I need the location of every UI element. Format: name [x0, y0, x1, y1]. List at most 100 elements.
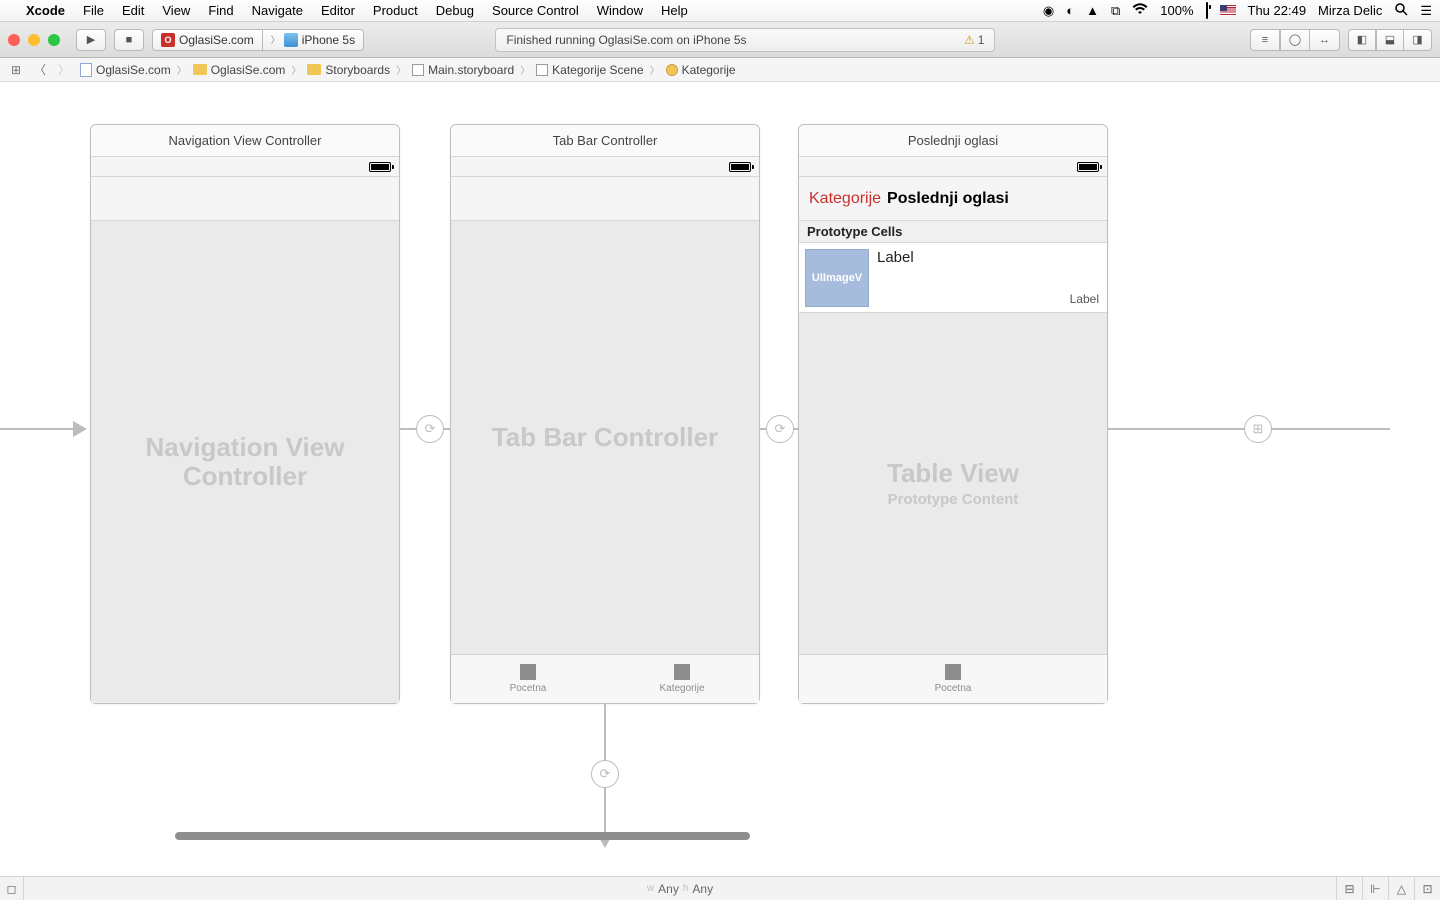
menu-editor[interactable]: Editor [321, 3, 355, 18]
battery-icon [729, 162, 751, 172]
segue-node[interactable]: ⟳ [766, 415, 794, 443]
crumb-project[interactable]: OglasiSe.com [78, 63, 173, 77]
standard-editor-button[interactable]: ≡ [1250, 29, 1280, 51]
related-items-button[interactable]: ⊞ [6, 61, 26, 79]
version-editor-button[interactable]: ↔ [1310, 29, 1340, 51]
arrow-head-icon [73, 421, 87, 437]
close-window-button[interactable] [8, 34, 20, 46]
menu-product[interactable]: Product [373, 3, 418, 18]
minimize-window-button[interactable] [28, 34, 40, 46]
tab-label: Pocetna [510, 683, 547, 694]
crumb-storyboard[interactable]: Main.storyboard [410, 63, 516, 77]
device-icon [284, 33, 298, 47]
warning-count: 1 [978, 33, 985, 47]
scheme-selector[interactable]: O OglasiSe.com 〉 iPhone 5s [152, 29, 364, 51]
tab-kategorije[interactable]: Kategorije [605, 655, 759, 703]
segue-node[interactable]: ⟳ [416, 415, 444, 443]
menu-window[interactable]: Window [597, 3, 643, 18]
scene-tabbar-controller[interactable]: Tab Bar Controller Tab Bar Controller Po… [450, 124, 760, 704]
toggle-navigator-button[interactable]: ◧ [1348, 29, 1376, 51]
assistant-editor-button[interactable]: ◯ [1280, 29, 1310, 51]
resizing-button[interactable]: ⊡ [1414, 877, 1440, 900]
horizontal-scrollbar[interactable] [175, 832, 750, 840]
nav-title: Poslednji oglasi [887, 190, 1009, 208]
tab-label: Pocetna [935, 683, 972, 694]
tab-icon [945, 664, 961, 680]
crumb-group-1[interactable]: OglasiSe.com [191, 63, 288, 77]
tab-pocetna[interactable]: Pocetna [799, 655, 1107, 703]
nav-back-button[interactable]: Kategorije [809, 190, 881, 208]
align-button[interactable]: ⊟ [1336, 877, 1362, 900]
scene-body: Tab Bar Controller [451, 221, 759, 654]
zoom-window-button[interactable] [48, 34, 60, 46]
wifi-icon[interactable] [1132, 3, 1148, 18]
nav-back-button[interactable]: 〈 [30, 61, 50, 79]
tab-icon [674, 664, 690, 680]
chevron-sep-icon: 〉 [520, 62, 530, 77]
viewcontroller-icon [666, 64, 678, 76]
run-button[interactable]: ▶ [76, 29, 106, 51]
chevron-sep-icon: 〉 [650, 62, 660, 77]
size-class-control[interactable]: wAny hAny [24, 882, 1336, 896]
status-bar [451, 157, 759, 177]
menu-edit[interactable]: Edit [122, 3, 144, 18]
tableview-placeholder-subtitle: Prototype Content [888, 491, 1019, 508]
app-menu[interactable]: Xcode [26, 3, 65, 18]
scene-poslednji-oglasi[interactable]: Poslednji oglasi Kategorije Poslednji og… [798, 124, 1108, 704]
displays-icon[interactable]: ⧉ [1111, 3, 1120, 19]
status-bar [91, 157, 399, 177]
segue-line [0, 428, 75, 430]
placeholder-label: Tab Bar Controller [492, 423, 718, 452]
macos-menubar: Xcode File Edit View Find Navigate Edito… [0, 0, 1440, 22]
menu-source-control[interactable]: Source Control [492, 3, 579, 18]
crumb-viewcontroller[interactable]: Kategorije [664, 63, 738, 77]
battery-icon[interactable] [1206, 3, 1208, 18]
crumb-scene[interactable]: Kategorije Scene [534, 63, 645, 77]
viber-icon[interactable]: ◉ [1043, 3, 1054, 19]
menu-help[interactable]: Help [661, 3, 688, 18]
segue-node[interactable]: ⟳ [591, 760, 619, 788]
user-menu[interactable]: Mirza Delic [1318, 3, 1382, 18]
dnd-icon[interactable]: ◐ [1066, 3, 1074, 18]
toggle-utilities-button[interactable]: ◨ [1404, 29, 1432, 51]
storyboard-file-icon [412, 64, 424, 76]
tab-icon [520, 664, 536, 680]
pin-button[interactable]: ⊩ [1362, 877, 1388, 900]
scene-title: Navigation View Controller [91, 125, 399, 157]
warning-icon: ⚠ [964, 33, 975, 47]
battery-icon [1077, 162, 1099, 172]
crumb-group-2[interactable]: Storyboards [305, 63, 392, 77]
segue-node[interactable]: ⊞ [1244, 415, 1272, 443]
input-source-flag-icon[interactable] [1220, 5, 1236, 16]
placeholder-label: Navigation View Controller [91, 433, 399, 490]
menu-view[interactable]: View [162, 3, 190, 18]
prototype-cell[interactable]: UIImageV Label Label [799, 243, 1107, 313]
scene-title: Tab Bar Controller [451, 125, 759, 157]
notification-center-icon[interactable]: ☰ [1420, 3, 1432, 19]
chevron-sep-icon: 〉 [291, 62, 301, 77]
chevron-right-icon: 〉 [271, 33, 280, 46]
navigation-bar: Kategorije Poslednji oglasi [799, 177, 1107, 221]
menu-navigate[interactable]: Navigate [252, 3, 303, 18]
clock[interactable]: Thu 22:49 [1248, 3, 1307, 18]
scene-navigation-controller[interactable]: Navigation View Controller Navigation Vi… [90, 124, 400, 704]
menu-file[interactable]: File [83, 3, 104, 18]
nav-forward-button[interactable]: 〉 [54, 61, 74, 79]
spotlight-icon[interactable] [1394, 2, 1408, 19]
menu-find[interactable]: Find [208, 3, 233, 18]
battery-percent[interactable]: 100% [1160, 3, 1193, 18]
resolve-issues-button[interactable]: △ [1388, 877, 1414, 900]
storyboard-canvas[interactable]: Navigation View Controller Navigation Vi… [0, 82, 1440, 876]
gdrive-icon[interactable]: ▲ [1086, 3, 1099, 18]
tab-label: Kategorije [659, 683, 704, 694]
tab-bar: Pocetna [799, 654, 1107, 703]
w-prefix: w [647, 883, 654, 894]
tab-bar: Pocetna Kategorije [451, 654, 759, 703]
activity-viewer[interactable]: Finished running OglasiSe.com on iPhone … [495, 28, 995, 52]
tableview-body: Table View Prototype Content [799, 313, 1107, 654]
document-outline-toggle[interactable]: ◻ [0, 877, 24, 900]
stop-button[interactable]: ■ [114, 29, 144, 51]
tab-pocetna[interactable]: Pocetna [451, 655, 605, 703]
menu-debug[interactable]: Debug [436, 3, 474, 18]
toggle-debug-button[interactable]: ⬓ [1376, 29, 1404, 51]
